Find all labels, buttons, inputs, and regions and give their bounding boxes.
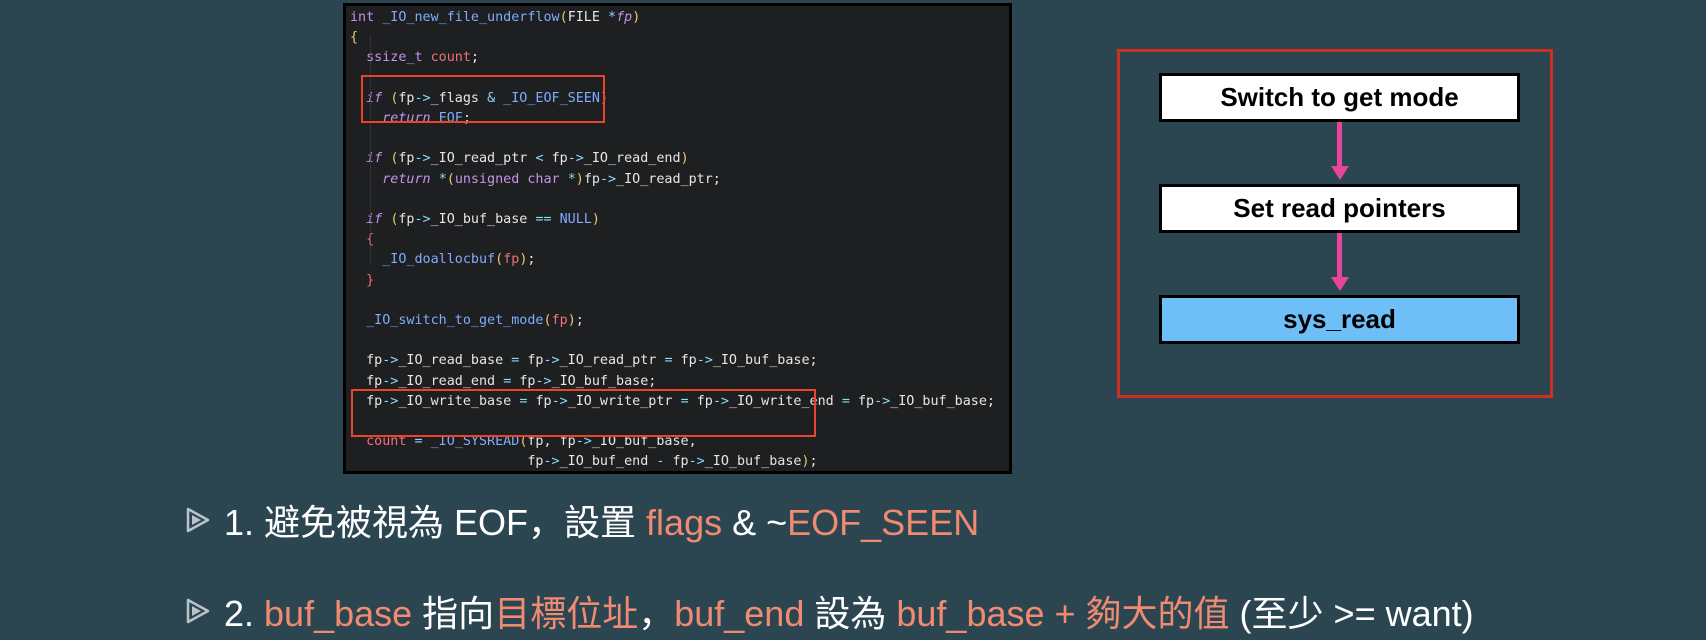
indent-guide xyxy=(370,36,371,266)
eof-check-highlight-box xyxy=(361,75,605,123)
sysread-highlight-box xyxy=(351,389,816,437)
bullet-item-2: 2. buf_base 指向目標位址，buf_end 設為 buf_base +… xyxy=(182,585,1692,637)
flow-arrow-2 xyxy=(1337,233,1342,279)
code-panel: int _IO_new_file_underflow(FILE *fp){ ss… xyxy=(343,3,1012,474)
code-line: _IO_doallocbuf(fp); xyxy=(382,252,536,268)
code-line: if (fp->_IO_read_ptr < fp->_IO_read_end) xyxy=(366,151,689,167)
bullet-text: 1. 避免被視為 EOF，設置 flags & ~EOF_SEEN xyxy=(224,502,980,543)
code-line: return *(unsigned char *)fp->_IO_read_pt… xyxy=(382,171,721,187)
bullet-text: 2. buf_base 指向目標位址，buf_end 設為 buf_base +… xyxy=(224,593,1474,634)
code-line: _IO_switch_to_get_mode(fp); xyxy=(366,313,584,328)
flow-arrow-1 xyxy=(1337,122,1342,168)
flow-step-switch-to-get-mode: Switch to get mode xyxy=(1159,73,1520,122)
code-line: fp->_IO_read_base = fp->_IO_read_ptr = f… xyxy=(350,353,818,369)
arrow-down-icon xyxy=(1331,277,1349,291)
play-triangle-icon xyxy=(186,507,210,533)
code-line: if (fp->_IO_buf_base == NULL) xyxy=(366,212,600,227)
code-line: { xyxy=(350,30,359,46)
bullet-item-1: 1. 避免被視為 EOF，設置 flags & ~EOF_SEEN xyxy=(182,494,1692,546)
code-line: fp->_IO_buf_end - fp->_IO_buf_base); xyxy=(350,454,818,470)
arrow-down-icon xyxy=(1331,166,1349,180)
flow-step-sys-read: sys_read xyxy=(1159,295,1520,344)
flow-step-set-read-pointers: Set read pointers xyxy=(1159,184,1520,233)
code-line: int _IO_new_file_underflow(FILE *fp) xyxy=(350,10,641,25)
play-triangle-icon xyxy=(186,598,210,624)
code-line: } xyxy=(366,272,375,288)
